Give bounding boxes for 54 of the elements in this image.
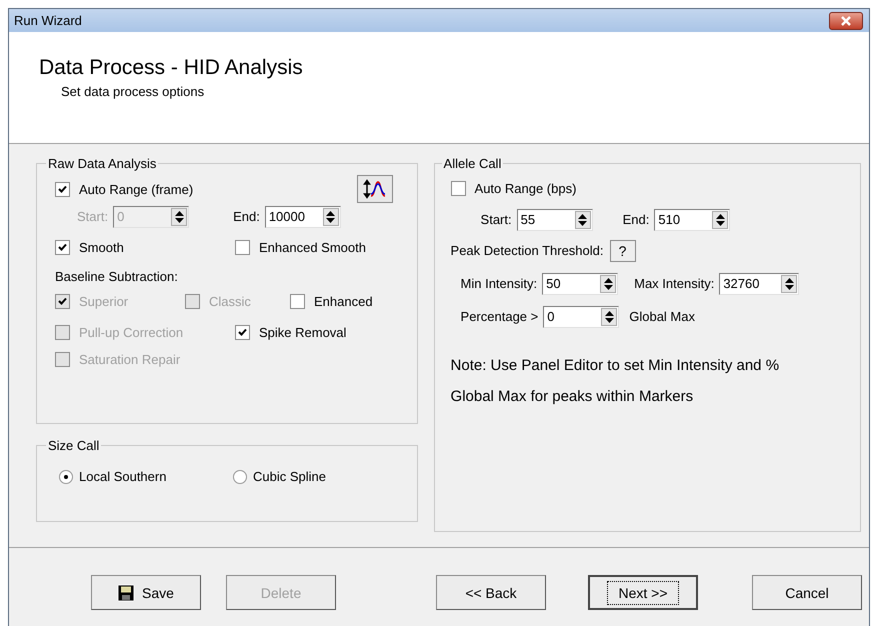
checkbox-option[interactable]: Smooth [55,240,235,255]
checkbox-option[interactable]: Auto Range (frame) [55,182,194,196]
radio-button[interactable] [59,470,73,484]
dialog-button[interactable]: Cancel [752,575,862,610]
spinner-arrows-icon[interactable] [714,212,726,228]
checkbox-option[interactable]: Enhanced [290,294,405,309]
dialog-button[interactable]: << Back [436,575,546,610]
window-title: Run Wizard [14,13,82,28]
dialog-button[interactable]: Next >> [588,575,698,610]
field-label: Max Intensity: [634,276,714,291]
note-text: Note: Use Panel Editor to set Min Intensity and % Global Max for peaks within Markers [450,356,780,407]
spin-field[interactable]: 32760 [719,272,800,294]
radio-button[interactable] [233,470,247,484]
spinner-arrows-icon[interactable] [602,276,614,292]
checkbox-option[interactable]: Spike Removal [235,325,405,340]
field-label: Min Intensity: [460,276,538,291]
field-suffix: Global Max [629,309,695,324]
checkbox[interactable] [235,240,250,255]
radio-option[interactable]: Local Southern [59,469,229,484]
checkbox[interactable] [235,325,250,340]
page-subtitle: Set data process options [61,84,206,99]
spin-field[interactable]: 50 [542,272,618,294]
peak-icon-button[interactable] [356,175,393,203]
field-label: Percentage > [460,309,538,324]
checkbox[interactable] [55,182,70,196]
close-icon [840,16,852,26]
spin-field[interactable]: 510 [654,208,730,230]
group-title: Allele Call [442,156,502,171]
field-label: End: [622,212,650,227]
section-label: Baseline Subtraction: [55,269,178,284]
group-title: Raw Data Analysis [47,156,158,171]
field-label: Start: [77,209,108,224]
field-label: End: [233,209,260,224]
peak-icon [362,179,387,199]
group-title: Size Call [47,438,100,453]
spin-field[interactable]: 55 [516,208,593,230]
checkbox[interactable] [290,294,305,309]
spinner-arrows-icon[interactable] [604,308,615,324]
help-button[interactable]: ? [610,240,636,262]
checkbox-option[interactable]: Auto Range (bps) [450,181,576,196]
dialog-button[interactable]: Save [91,575,201,610]
checkbox[interactable] [55,240,70,255]
page-title: Data Process - HID Analysis [39,56,304,80]
close-button[interactable] [829,12,863,30]
spin-field[interactable]: 0 [543,306,620,328]
radio-option[interactable]: Cubic Spline [233,469,403,484]
checkbox-option[interactable]: Enhanced Smooth [235,240,405,255]
checkbox[interactable] [450,181,466,196]
spin-field[interactable]: 10000 [264,206,341,228]
field-label: Start: [480,212,512,227]
threshold-label: Peak Detection Threshold: [450,243,604,258]
spinner-arrows-icon[interactable] [325,208,336,224]
spinner-arrows-icon[interactable] [577,212,588,228]
spinner-arrows-icon[interactable] [784,276,795,292]
